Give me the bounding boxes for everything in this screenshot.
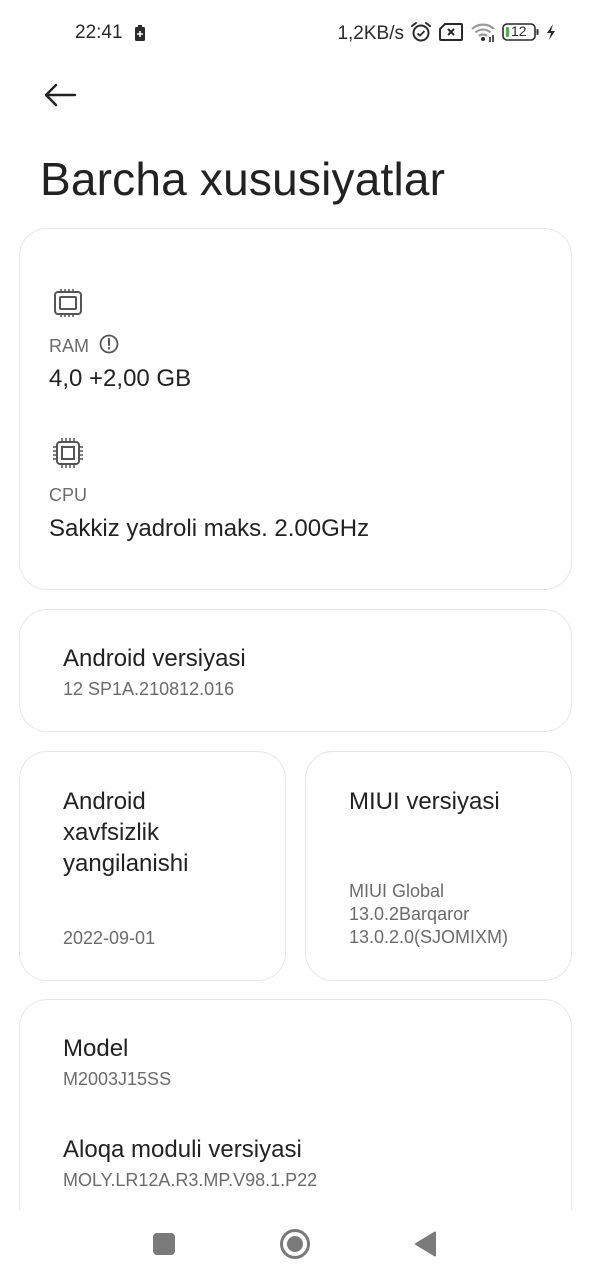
- miui-version-value: MIUI Global 13.0.2Barqaror 13.0.2.0(SJOM…: [349, 880, 508, 949]
- ram-value: 4,0 +2,00 GB: [49, 365, 192, 392]
- miui-value-line: 13.0.2Barqaror: [349, 904, 470, 924]
- security-title-line: Android: [63, 788, 146, 815]
- square-recents-icon: [152, 1232, 176, 1261]
- security-update-title: Android xavfsizlik yangilanishi: [63, 786, 188, 879]
- ram-label-row: RAM: [49, 334, 119, 359]
- battery-level: 12: [511, 22, 527, 39]
- baseband-value: MOLY.LR12A.R3.MP.V98.1.P22: [63, 1170, 318, 1190]
- security-update-value: 2022-09-01: [63, 928, 156, 948]
- android-version-value: 12 SP1A.210812.016: [63, 679, 235, 699]
- miui-value-line: 13.0.2.0(SJOMIXM): [349, 927, 509, 947]
- memory-chip-icon: [52, 287, 84, 319]
- battery-icon: 12: [502, 22, 540, 47]
- charging-icon: [546, 23, 556, 46]
- recents-button[interactable]: [144, 1228, 184, 1264]
- triangle-back-icon: [414, 1231, 438, 1262]
- circle-home-icon: [279, 1228, 311, 1265]
- model-title: Model: [63, 1035, 129, 1062]
- back-button[interactable]: [38, 78, 82, 116]
- hardware-card: RAM 4,0 +2,00 GB CPU Sakkiz yadroli maks…: [19, 228, 572, 590]
- model-value: M2003J15SS: [63, 1069, 172, 1089]
- status-bar: 22:41 1,2KB/s 12: [0, 0, 591, 70]
- status-time: 22:41: [75, 22, 123, 43]
- security-title-line: xavfsizlik: [63, 819, 160, 846]
- android-version-title: Android versiyasi: [63, 645, 246, 672]
- arrow-left-icon: [43, 83, 77, 112]
- wifi-icon: [470, 21, 496, 48]
- home-button[interactable]: [275, 1228, 315, 1264]
- miui-version-card[interactable]: MIUI versiyasi MIUI Global 13.0.2Barqaro…: [305, 751, 572, 981]
- security-update-card[interactable]: Android xavfsizlik yangilanishi 2022-09-…: [19, 751, 286, 981]
- cpu-label: CPU: [49, 485, 87, 506]
- security-title-line: yangilanishi: [63, 850, 189, 877]
- miui-value-line: MIUI Global: [349, 881, 445, 901]
- info-circle-icon[interactable]: [99, 334, 119, 359]
- navigation-bar: [0, 1210, 591, 1280]
- page-title: Barcha xususiyatlar: [40, 153, 446, 205]
- cpu-label-text: CPU: [49, 485, 88, 505]
- status-icons: 1,2KB/s 12: [337, 20, 556, 48]
- miui-version-title: MIUI versiyasi: [349, 788, 500, 815]
- battery-saver-icon: [134, 25, 146, 41]
- nav-back-button[interactable]: [406, 1228, 446, 1264]
- network-speed: 1,2KB/s: [337, 23, 404, 44]
- alarm-icon: [410, 21, 432, 48]
- ram-label: RAM: [49, 336, 89, 356]
- baseband-title: Aloqa moduli versiyasi: [63, 1136, 302, 1163]
- android-version-card[interactable]: Android versiyasi 12 SP1A.210812.016: [19, 609, 572, 732]
- no-sim-icon: [438, 22, 464, 47]
- cpu-chip-icon: [52, 437, 84, 469]
- cpu-value: Sakkiz yadroli maks. 2.00GHz: [49, 515, 370, 542]
